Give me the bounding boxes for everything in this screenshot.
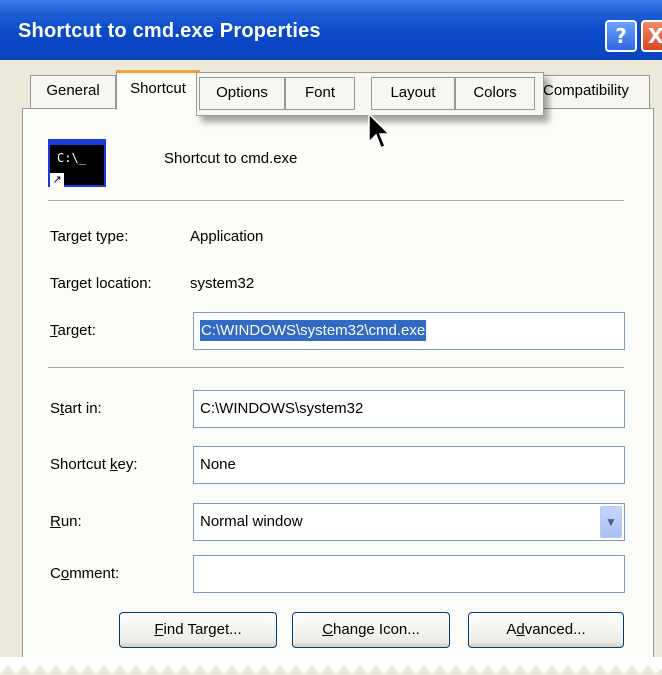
- target-label: Target:: [50, 322, 96, 339]
- comment-input[interactable]: [193, 555, 625, 593]
- torn-edge: [0, 657, 662, 675]
- separator: [48, 367, 624, 369]
- target-type-value: Application: [190, 228, 264, 245]
- tab-layout[interactable]: Layout: [371, 77, 455, 110]
- find-target-button[interactable]: Find Target...: [119, 612, 277, 648]
- tab-group-popout: Options Font Layout Colors: [196, 72, 544, 116]
- shortcut-name: Shortcut to cmd.exe: [164, 150, 298, 167]
- target-input[interactable]: C:\WINDOWS\system32\cmd.exe: [193, 312, 625, 350]
- close-button[interactable]: X: [641, 20, 662, 52]
- help-button[interactable]: ?: [605, 20, 637, 52]
- target-location-label: Target location:: [50, 275, 152, 292]
- advanced-button[interactable]: Advanced...: [468, 612, 624, 648]
- chevron-down-icon[interactable]: ▼: [600, 506, 622, 538]
- shortcut-key-label: Shortcut key:: [50, 456, 138, 473]
- shortcut-arrow-icon: ↗: [50, 173, 64, 187]
- tab-colors[interactable]: Colors: [455, 77, 535, 110]
- tab-compatibility[interactable]: Compatibility: [538, 75, 650, 108]
- comment-label: Comment:: [50, 565, 120, 582]
- run-select-value: Normal window: [200, 513, 303, 530]
- change-icon-button[interactable]: Change Icon...: [292, 612, 450, 648]
- start-in-input[interactable]: C:\WINDOWS\system32: [193, 390, 625, 428]
- target-input-value: C:\WINDOWS\system32\cmd.exe: [200, 320, 427, 341]
- start-in-label: Start in:: [50, 400, 102, 417]
- tab-general[interactable]: General: [30, 75, 116, 108]
- mouse-cursor-icon: [368, 112, 391, 150]
- window-title: Shortcut to cmd.exe Properties: [18, 20, 321, 42]
- cmd-app-icon: C:\_ ↗: [48, 139, 106, 187]
- title-bar[interactable]: Shortcut to cmd.exe Properties ? X: [0, 0, 662, 60]
- separator: [48, 200, 624, 202]
- tab-font[interactable]: Font: [285, 77, 355, 110]
- target-location-value: system32: [190, 275, 255, 292]
- tab-options[interactable]: Options: [199, 77, 285, 110]
- shortcut-key-input[interactable]: None: [193, 446, 625, 484]
- run-select[interactable]: Normal window ▼: [193, 503, 625, 541]
- tab-shortcut[interactable]: Shortcut: [116, 70, 200, 110]
- icon-prompt-text: C:\_: [57, 151, 86, 165]
- run-label: Run:: [50, 513, 82, 530]
- target-type-label: Target type:: [50, 228, 129, 245]
